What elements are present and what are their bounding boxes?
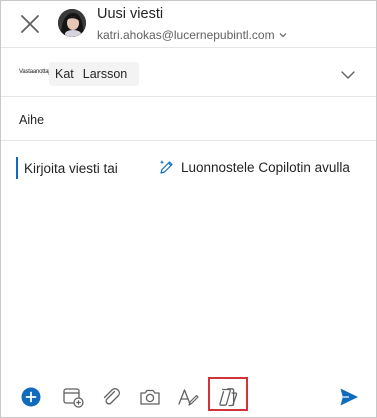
add-button[interactable] (19, 385, 43, 409)
copilot-highlight-box (208, 377, 248, 411)
camera-icon (140, 389, 160, 405)
calendar-add-icon (63, 388, 84, 408)
pen-sparkle-icon (159, 160, 173, 174)
message-body[interactable]: Kirjoita viesti tai (24, 161, 118, 176)
to-label: Vastaanottaja (19, 69, 53, 75)
copilot-link-label: Luonnostele Copilotin avulla (181, 159, 350, 175)
text-cursor (16, 157, 18, 179)
subject-field[interactable]: Aihe (19, 113, 44, 127)
recipient-chip[interactable]: Kat Larsson (49, 62, 140, 86)
chevron-down-icon (279, 33, 287, 38)
attach-icon (103, 388, 120, 405)
close-button[interactable] (15, 9, 45, 39)
from-email: katri.ahokas@lucernepubintl.com (97, 28, 275, 42)
format-icon (178, 389, 199, 406)
compose-title: Uusi viesti (97, 6, 164, 22)
from-account-selector[interactable]: katri.ahokas@lucernepubintl.com (97, 28, 288, 42)
add-icon (21, 387, 41, 407)
close-icon (21, 15, 39, 33)
send-button[interactable] (337, 385, 361, 409)
send-icon (340, 388, 358, 406)
divider (1, 47, 376, 48)
compose-window: Uusi viesti katri.ahokas@lucernepubintl.… (0, 0, 377, 418)
format-text-button[interactable] (176, 385, 200, 409)
camera-button[interactable] (138, 385, 162, 409)
avatar (58, 9, 86, 37)
chevron-down-icon (341, 71, 355, 79)
recipient-first-name: Kat (55, 67, 74, 81)
expand-recipients-button[interactable] (338, 65, 358, 85)
draft-with-copilot-link[interactable]: Luonnostele Copilotin avulla (158, 158, 350, 176)
insert-event-button[interactable] (61, 385, 85, 409)
attach-button[interactable] (99, 385, 123, 409)
recipient-last-name: Larsson (82, 67, 128, 81)
divider (1, 96, 376, 97)
divider (1, 140, 376, 141)
